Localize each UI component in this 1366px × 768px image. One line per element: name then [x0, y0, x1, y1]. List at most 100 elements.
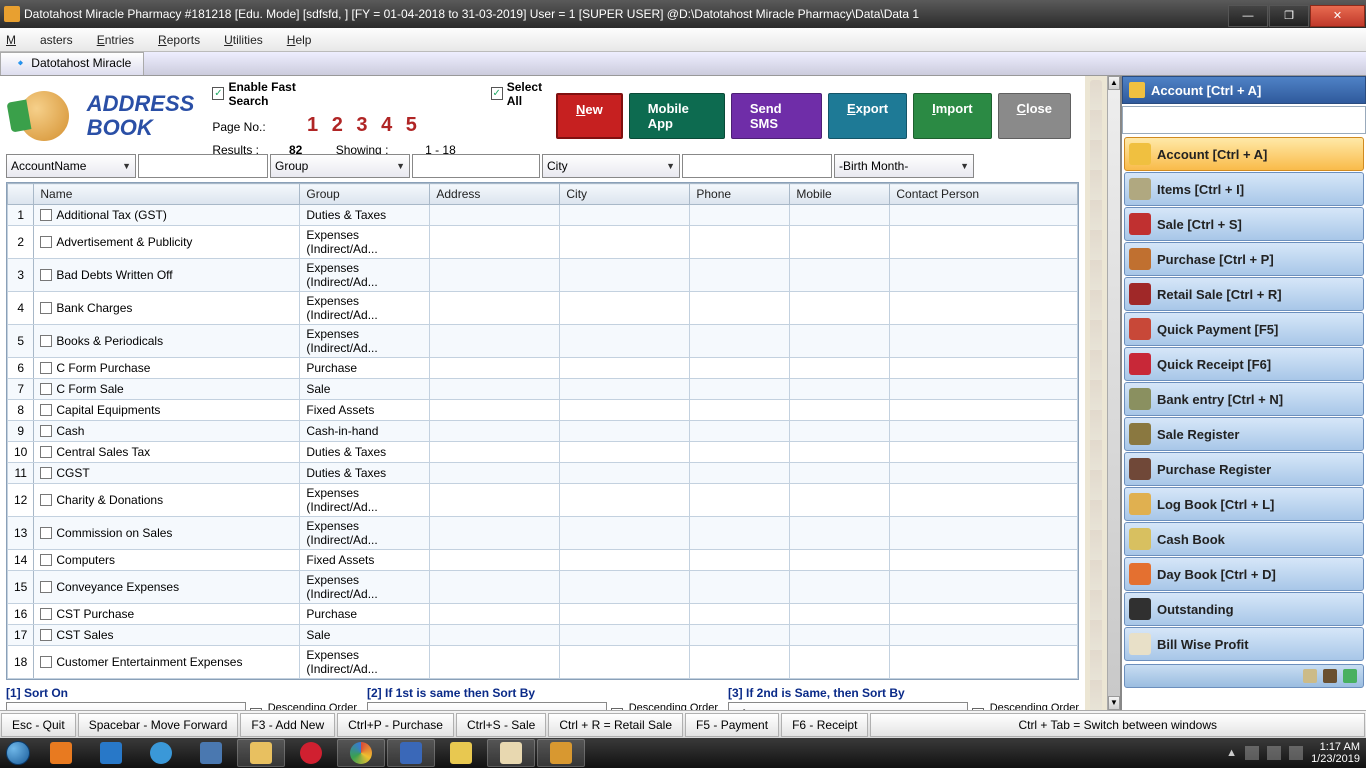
tray-volume-icon[interactable] — [1267, 746, 1281, 760]
taskbar-app-2[interactable] — [87, 739, 135, 767]
col-city[interactable]: City — [560, 184, 690, 205]
footer-icon-3[interactable] — [1343, 669, 1357, 683]
table-row[interactable]: 6C Form PurchasePurchase — [8, 358, 1078, 379]
col-rownum[interactable] — [8, 184, 34, 205]
enable-fast-search-checkbox[interactable]: ✓Enable Fast Search — [212, 80, 330, 108]
import-button[interactable]: Import — [913, 93, 991, 139]
row-checkbox[interactable] — [40, 209, 52, 221]
rpanel-item[interactable]: Purchase [Ctrl + P] — [1124, 242, 1364, 276]
rpanel-item[interactable]: Retail Sale [Ctrl + R] — [1124, 277, 1364, 311]
menu-reports[interactable]: Reports — [158, 33, 200, 47]
sb-ctrltab[interactable]: Ctrl + Tab = Switch between windows — [870, 713, 1365, 737]
sb-spacebar[interactable]: Spacebar - Move Forward — [78, 713, 239, 737]
table-row[interactable]: 13Commission on SalesExpenses (Indirect/… — [8, 517, 1078, 550]
row-checkbox[interactable] — [40, 656, 52, 668]
table-row[interactable]: 16CST PurchasePurchase — [8, 604, 1078, 625]
row-checkbox[interactable] — [40, 446, 52, 458]
col-group[interactable]: Group — [300, 184, 430, 205]
filter-group-select[interactable]: Group▼ — [270, 154, 410, 178]
table-row[interactable]: 5Books & PeriodicalsExpenses (Indirect/A… — [8, 325, 1078, 358]
filter-birthmonth-select[interactable]: -Birth Month-▼ — [834, 154, 974, 178]
rpanel-item[interactable]: Log Book [Ctrl + L] — [1124, 487, 1364, 521]
table-row[interactable]: 12Charity & DonationsExpenses (Indirect/… — [8, 484, 1078, 517]
scroll-down-icon[interactable]: ▼ — [1108, 696, 1120, 710]
menu-help[interactable]: Help — [287, 33, 312, 47]
row-checkbox[interactable] — [40, 362, 52, 374]
table-row[interactable]: 7C Form SaleSale — [8, 379, 1078, 400]
select-all-checkbox[interactable]: ✓Select All — [491, 80, 556, 108]
rpanel-item[interactable]: Sale [Ctrl + S] — [1124, 207, 1364, 241]
pagination[interactable]: 1 2 3 4 5 — [307, 114, 421, 136]
row-checkbox[interactable] — [40, 629, 52, 641]
col-phone[interactable]: Phone — [690, 184, 790, 205]
taskbar-app-4[interactable] — [187, 739, 235, 767]
maximize-button[interactable]: ❐ — [1269, 5, 1309, 27]
table-row[interactable]: 8Capital EquipmentsFixed Assets — [8, 400, 1078, 421]
row-checkbox[interactable] — [40, 236, 52, 248]
vertical-scrollbar[interactable]: ▲ ▼ — [1107, 76, 1121, 710]
row-checkbox[interactable] — [40, 269, 52, 281]
tray-network-icon[interactable] — [1245, 746, 1259, 760]
row-checkbox[interactable] — [40, 494, 52, 506]
rpanel-item[interactable]: Outstanding — [1124, 592, 1364, 626]
filter-city-select[interactable]: City▼ — [542, 154, 680, 178]
row-checkbox[interactable] — [40, 581, 52, 593]
tab-main[interactable]: 🔹 Datotahost Miracle — [0, 52, 144, 75]
row-checkbox[interactable] — [40, 554, 52, 566]
filter-group-input[interactable] — [412, 154, 540, 178]
sb-f5[interactable]: F5 - Payment — [685, 713, 779, 737]
table-row[interactable]: 17CST SalesSale — [8, 625, 1078, 646]
sb-f3[interactable]: F3 - Add New — [240, 713, 335, 737]
filter-accountname-select[interactable]: AccountName▼ — [6, 154, 136, 178]
row-checkbox[interactable] — [40, 467, 52, 479]
scroll-up-icon[interactable]: ▲ — [1108, 76, 1120, 90]
rpanel-item[interactable]: Bill Wise Profit — [1124, 627, 1364, 661]
export-button[interactable]: Export — [828, 93, 907, 139]
taskbar-app-miracle[interactable] — [537, 739, 585, 767]
table-row[interactable]: 15Conveyance ExpensesExpenses (Indirect/… — [8, 571, 1078, 604]
menu-masters[interactable]: Masters — [6, 33, 73, 47]
filter-accountname-input[interactable] — [138, 154, 268, 178]
row-checkbox[interactable] — [40, 383, 52, 395]
rpanel-search-input[interactable] — [1122, 106, 1366, 134]
taskbar-app-ie[interactable] — [137, 739, 185, 767]
menu-utilities[interactable]: Utilities — [224, 33, 263, 47]
rpanel-item[interactable]: Quick Payment [F5] — [1124, 312, 1364, 346]
sb-esc[interactable]: Esc - Quit — [1, 713, 76, 737]
taskbar-app-vlc[interactable] — [37, 739, 85, 767]
start-button[interactable] — [0, 738, 36, 768]
rpanel-item[interactable]: Purchase Register — [1124, 452, 1364, 486]
tray-show-hidden-icon[interactable]: ▲ — [1226, 747, 1237, 759]
table-row[interactable]: 18Customer Entertainment ExpensesExpense… — [8, 646, 1078, 679]
table-row[interactable]: 10Central Sales TaxDuties & Taxes — [8, 442, 1078, 463]
rpanel-item[interactable]: Sale Register — [1124, 417, 1364, 451]
footer-icon-1[interactable] — [1303, 669, 1317, 683]
filter-city-input[interactable] — [682, 154, 832, 178]
row-checkbox[interactable] — [40, 335, 52, 347]
taskbar-app-opera[interactable] — [287, 739, 335, 767]
rpanel-item[interactable]: Quick Receipt [F6] — [1124, 347, 1364, 381]
col-address[interactable]: Address — [430, 184, 560, 205]
taskbar-app-word[interactable] — [387, 739, 435, 767]
row-checkbox[interactable] — [40, 608, 52, 620]
col-mobile[interactable]: Mobile — [790, 184, 890, 205]
footer-icon-2[interactable] — [1323, 669, 1337, 683]
row-checkbox[interactable] — [40, 425, 52, 437]
table-row[interactable]: 4Bank ChargesExpenses (Indirect/Ad... — [8, 292, 1078, 325]
table-row[interactable]: 14ComputersFixed Assets — [8, 550, 1078, 571]
sb-f6[interactable]: F6 - Receipt — [781, 713, 868, 737]
sb-ctrls[interactable]: Ctrl+S - Sale — [456, 713, 546, 737]
rpanel-item[interactable]: Bank entry [Ctrl + N] — [1124, 382, 1364, 416]
table-row[interactable]: 9CashCash-in-hand — [8, 421, 1078, 442]
table-row[interactable]: 11CGSTDuties & Taxes — [8, 463, 1078, 484]
row-checkbox[interactable] — [40, 527, 52, 539]
row-checkbox[interactable] — [40, 302, 52, 314]
menu-entries[interactable]: Entries — [97, 33, 134, 47]
close-button[interactable]: Close — [998, 93, 1071, 139]
rpanel-item[interactable]: Cash Book — [1124, 522, 1364, 556]
minimize-button[interactable]: — — [1228, 5, 1268, 27]
row-checkbox[interactable] — [40, 404, 52, 416]
table-row[interactable]: 3Bad Debts Written OffExpenses (Indirect… — [8, 259, 1078, 292]
sb-ctrlp[interactable]: Ctrl+P - Purchase — [337, 713, 454, 737]
taskbar-app-chrome[interactable] — [337, 739, 385, 767]
